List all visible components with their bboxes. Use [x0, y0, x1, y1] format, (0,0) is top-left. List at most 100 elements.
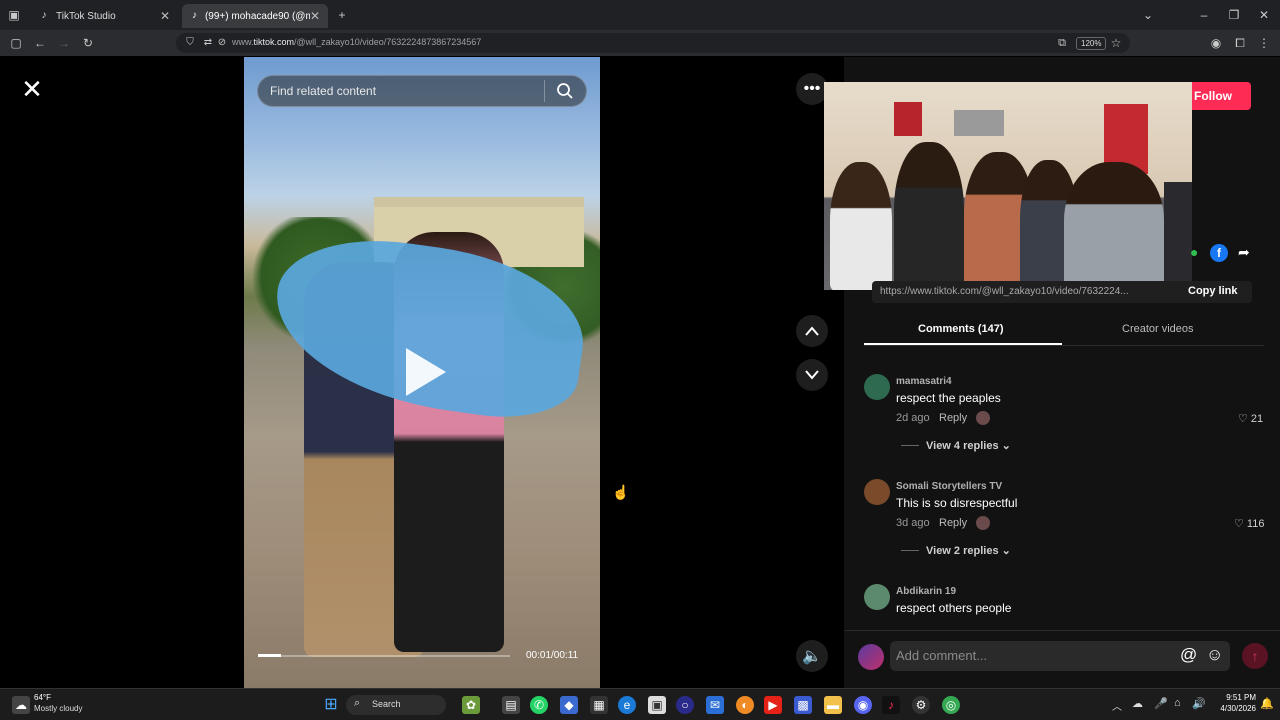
- search-icon[interactable]: [556, 82, 574, 105]
- more-share-icon[interactable]: ➦: [1238, 244, 1250, 261]
- previous-video-icon[interactable]: [796, 315, 828, 347]
- my-avatar[interactable]: [858, 644, 884, 670]
- tab-search-icon[interactable]: ⌄: [1140, 7, 1156, 23]
- browser-menu-icon[interactable]: ⋮: [1256, 35, 1272, 51]
- calculator-icon[interactable]: ▦: [590, 696, 608, 714]
- copilot-icon[interactable]: ✿: [462, 696, 480, 714]
- view-replies-button[interactable]: View 4 replies ⌄: [926, 439, 1011, 452]
- edge-icon[interactable]: e: [618, 696, 636, 714]
- comment-username[interactable]: mamasatri4: [896, 376, 952, 387]
- share-url-text: https://www.tiktok.com/@wll_zakayo10/vid…: [880, 286, 1129, 297]
- back-icon[interactable]: ←: [32, 35, 48, 51]
- tab-tiktok-studio[interactable]: ♪ TikTok Studio ✕: [30, 4, 178, 28]
- comment-like[interactable]: ♡ 116: [1234, 517, 1264, 530]
- sidebar-icon[interactable]: ▢: [8, 35, 24, 51]
- youtube-icon[interactable]: ▶: [764, 696, 782, 714]
- onedrive-icon[interactable]: ☁: [1132, 697, 1143, 710]
- send-comment-button[interactable]: ↑: [1242, 643, 1268, 669]
- copilot-app-icon[interactable]: ◆: [560, 696, 578, 714]
- chrome-icon[interactable]: ◎: [942, 696, 960, 714]
- comment-text: respect the peaples: [896, 391, 1001, 405]
- whatsapp-share-icon[interactable]: ●: [1190, 244, 1198, 260]
- comment-username[interactable]: Somali Storytellers TV: [896, 481, 1002, 492]
- comment-like[interactable]: ♡ 21: [1238, 412, 1263, 425]
- app-available-icon[interactable]: ⧉: [1054, 35, 1070, 51]
- forward-icon[interactable]: →: [56, 35, 72, 51]
- settings-gear-icon[interactable]: ⚙: [912, 696, 930, 714]
- copy-link-button[interactable]: Copy link: [1188, 285, 1238, 297]
- url-path: /@wll_zakayo10/video/7632224873867234567: [294, 37, 482, 47]
- close-tab-icon[interactable]: ✕: [160, 9, 170, 23]
- add-comment-placeholder: Add comment...: [896, 648, 988, 663]
- view-replies-button[interactable]: View 2 replies ⌄: [926, 544, 1011, 557]
- discord-icon[interactable]: ◉: [854, 696, 872, 714]
- emoji-icon[interactable]: ☺: [1206, 645, 1223, 665]
- window-close-icon[interactable]: ✕: [1256, 7, 1272, 23]
- comment-username[interactable]: Abdikarin 19: [896, 586, 956, 597]
- windows-start-icon[interactable]: ⊞: [322, 696, 340, 714]
- zoom-badge[interactable]: 120%: [1076, 37, 1107, 50]
- pip-video-overlay[interactable]: [824, 82, 1192, 290]
- store-icon[interactable]: ▣: [648, 696, 666, 714]
- pip-person-5: [1064, 162, 1164, 290]
- comment-age: 2d ago: [896, 412, 930, 424]
- play-icon[interactable]: [406, 348, 446, 396]
- close-video-icon[interactable]: ✕: [18, 75, 46, 103]
- tab-creator-videos[interactable]: Creator videos: [1122, 323, 1194, 335]
- clock-time[interactable]: 9:51 PM: [1216, 693, 1256, 702]
- network-icon[interactable]: ⌂: [1174, 697, 1181, 709]
- reply-button[interactable]: Reply: [939, 517, 967, 529]
- mail-icon[interactable]: ✉: [706, 696, 724, 714]
- whatsapp-icon[interactable]: ✆: [530, 696, 548, 714]
- folder-icon[interactable]: ▬: [824, 696, 842, 714]
- firefox-icon[interactable]: ◐: [736, 696, 754, 714]
- video-progress-fill: [258, 654, 281, 657]
- file-explorer-app-icon[interactable]: ▤: [502, 696, 520, 714]
- comment-avatar[interactable]: [864, 584, 890, 610]
- tray-chevron-icon[interactable]: ︿: [1112, 698, 1122, 713]
- comment-text: respect others people: [896, 601, 1012, 615]
- next-video-icon[interactable]: [796, 359, 828, 391]
- tab-label: (99+) mohacade90 (@mohaclip: [204, 10, 310, 22]
- notifications-icon[interactable]: 🔔: [1260, 697, 1274, 710]
- speaker-icon[interactable]: 🔊: [1192, 697, 1206, 710]
- url-prefix: www.: [232, 37, 254, 47]
- extensions-icon[interactable]: ⧠: [1232, 35, 1248, 51]
- weather-temp[interactable]: 64°F: [34, 693, 51, 702]
- tab-comments[interactable]: Comments (147): [918, 323, 1004, 335]
- like-count: 21: [1250, 413, 1264, 425]
- weather-desc[interactable]: Mostly cloudy: [34, 704, 82, 713]
- like-count: 116: [1246, 518, 1265, 530]
- mention-icon[interactable]: @: [1180, 645, 1197, 665]
- microphone-icon[interactable]: 🎤: [1154, 697, 1168, 710]
- comment-avatar[interactable]: [864, 479, 890, 505]
- tracking-prevention-icon[interactable]: ⊘: [214, 35, 230, 51]
- clock-date[interactable]: 4/30/2026: [1206, 704, 1256, 713]
- reply-button[interactable]: Reply: [939, 412, 967, 424]
- creator-liked-avatar-icon: [976, 411, 990, 425]
- close-tab-icon[interactable]: ✕: [310, 9, 320, 23]
- comment-avatar[interactable]: [864, 374, 890, 400]
- video-progress-track[interactable]: [258, 655, 510, 657]
- new-tab-icon[interactable]: +: [334, 7, 350, 23]
- tiktok-icon[interactable]: ♪: [882, 696, 900, 714]
- cortana-icon[interactable]: ○: [676, 696, 694, 714]
- url-text[interactable]: www.tiktok.com/@wll_zakayo10/video/76322…: [232, 37, 481, 47]
- minimize-icon[interactable]: –: [1196, 7, 1212, 23]
- weather-icon[interactable]: ☁: [12, 696, 30, 714]
- arrow-up-icon: ↑: [1251, 648, 1259, 664]
- profile-icon[interactable]: ◉: [1208, 35, 1224, 51]
- tab-mohaclip[interactable]: ♪ (99+) mohacade90 (@mohaclip ✕: [182, 4, 328, 28]
- heart-icon: ♡: [1238, 413, 1251, 425]
- facebook-share-icon[interactable]: f: [1210, 244, 1228, 262]
- reload-icon[interactable]: ↻: [80, 35, 96, 51]
- tab-actions-icon[interactable]: ▣: [6, 7, 22, 23]
- photos-icon[interactable]: ▩: [794, 696, 812, 714]
- tab-label: TikTok Studio: [56, 10, 116, 22]
- site-info-icon[interactable]: ⛉: [182, 35, 198, 51]
- maximize-icon[interactable]: ❐: [1226, 7, 1242, 23]
- favorite-star-icon[interactable]: ☆: [1108, 35, 1124, 51]
- tiktok-favicon-icon: ♪: [41, 10, 47, 21]
- volume-icon[interactable]: 🔈: [796, 640, 828, 672]
- pip-photos: [954, 110, 1004, 136]
